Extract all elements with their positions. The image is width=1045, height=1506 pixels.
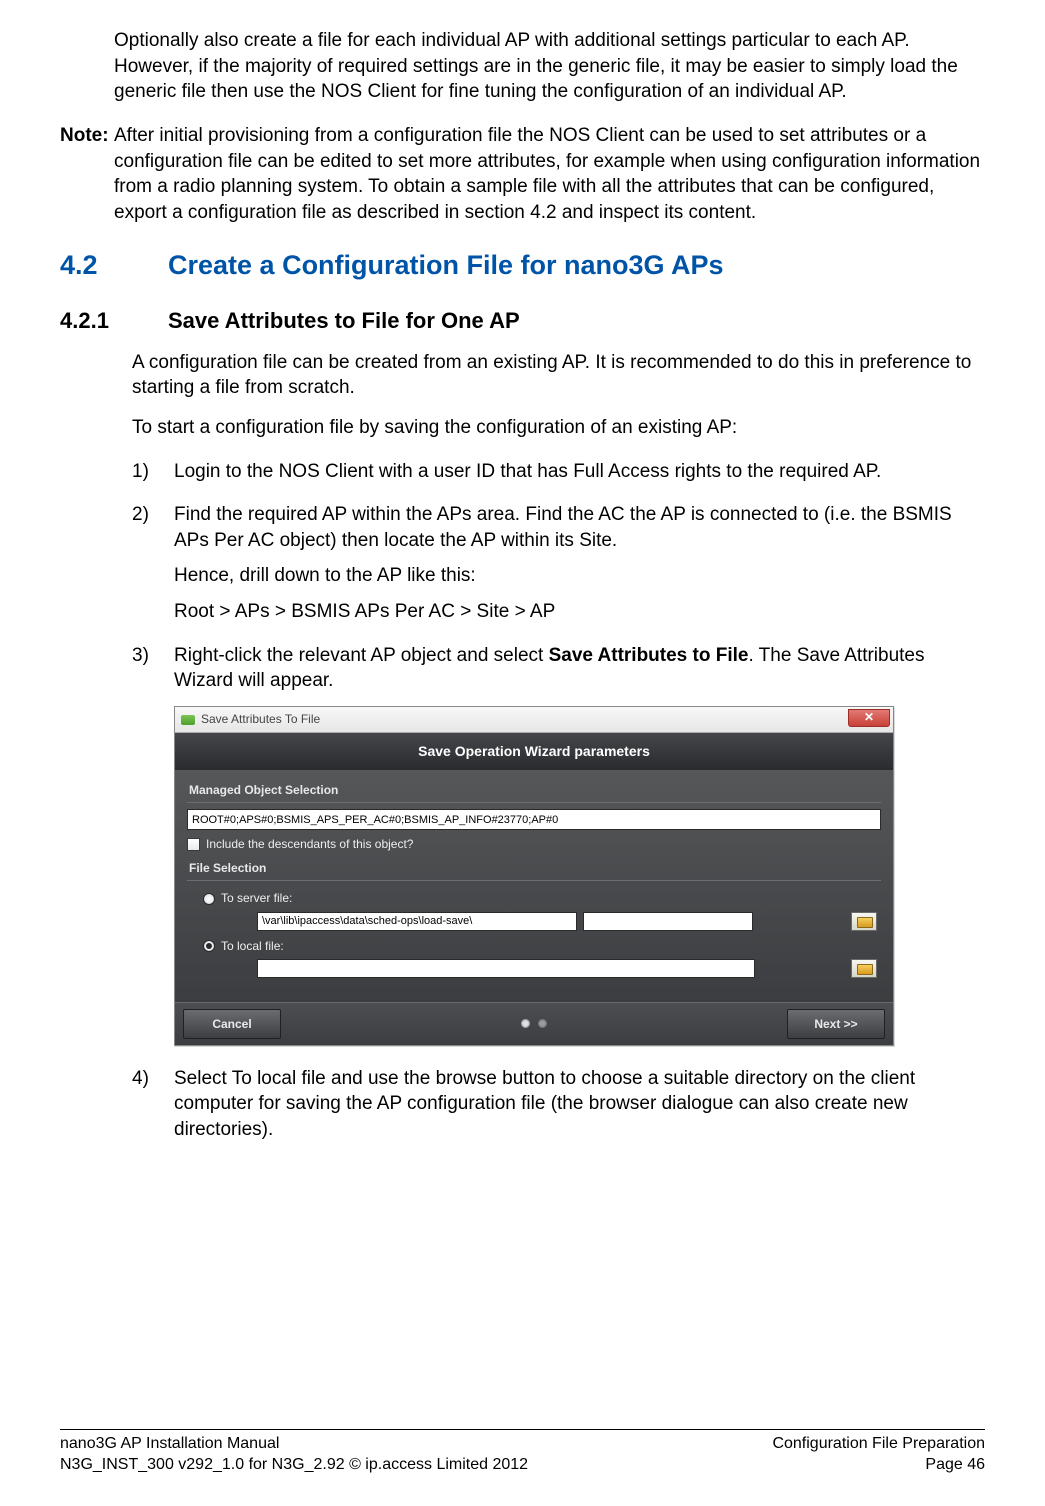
local-path-row	[187, 957, 881, 982]
to-server-row: To server file:	[187, 887, 881, 909]
titlebar-left: Save Attributes To File	[181, 711, 320, 727]
file-selection-label: File Selection	[189, 860, 879, 876]
local-path-input[interactable]	[257, 959, 755, 978]
close-button[interactable]: ✕	[848, 709, 890, 727]
server-path-input-1[interactable]	[257, 912, 577, 931]
step-1: 1) Login to the NOS Client with a user I…	[132, 459, 985, 485]
wizard-title: Save Attributes To File	[201, 711, 320, 727]
include-descendants-row: Include the descendants of this object?	[187, 836, 881, 852]
footer-right-2: Page 46	[925, 1455, 985, 1476]
note-block: Note: After initial provisioning from a …	[60, 123, 985, 226]
save-attributes-wizard: Save Attributes To File ✕ Save Operation…	[174, 706, 894, 1046]
step-3-bold: Save Attributes to File	[549, 645, 749, 666]
step-number: 4)	[132, 1066, 174, 1143]
next-button[interactable]: Next >>	[787, 1009, 885, 1039]
step-text: Find the required AP within the APs area…	[174, 502, 985, 553]
footer-left-1: nano3G AP Installation Manual	[60, 1434, 279, 1455]
page-dots	[521, 1019, 547, 1028]
to-local-row: To local file:	[187, 935, 881, 957]
managed-object-selection-label: Managed Object Selection	[189, 782, 879, 798]
browse-server-button[interactable]	[851, 912, 877, 931]
close-icon: ✕	[864, 709, 874, 725]
step-3-pre: Right-click the relevant AP object and s…	[174, 645, 549, 666]
server-path-input-2[interactable]	[583, 912, 753, 931]
heading-text: Create a Configuration File for nano3G A…	[168, 247, 724, 283]
body-paragraph-1: A configuration file can be created from…	[132, 350, 985, 401]
step-text: Login to the NOS Client with a user ID t…	[174, 459, 985, 485]
dot-1	[521, 1019, 530, 1028]
next-label: Next >>	[814, 1016, 857, 1032]
step-number: 3)	[132, 643, 174, 694]
step-number: 2)	[132, 502, 174, 553]
body-paragraph-2: To start a configuration file by saving …	[132, 415, 985, 441]
heading-4-2-1: 4.2.1 Save Attributes to File for One AP	[60, 306, 985, 336]
managed-object-group: Include the descendants of this object?	[187, 802, 881, 852]
cancel-button[interactable]: Cancel	[183, 1009, 281, 1039]
managed-object-input[interactable]	[187, 809, 881, 830]
wizard-band-title: Save Operation Wizard parameters	[175, 733, 893, 770]
step-2-sub2: Root > APs > BSMIS APs Per AC > Site > A…	[174, 599, 985, 625]
step-text: Select To local file and use the browse …	[174, 1066, 985, 1143]
heading-text: Save Attributes to File for One AP	[168, 306, 520, 336]
page-footer: nano3G AP Installation Manual Configurat…	[60, 1429, 985, 1476]
step-text: Right-click the relevant AP object and s…	[174, 643, 985, 694]
window-icon	[181, 715, 195, 725]
include-descendants-label: Include the descendants of this object?	[206, 836, 413, 852]
to-server-label: To server file:	[221, 890, 292, 906]
step-2: 2) Find the required AP within the APs a…	[132, 502, 985, 553]
wizard-titlebar: Save Attributes To File ✕	[175, 707, 893, 733]
footer-left-2: N3G_INST_300 v292_1.0 for N3G_2.92 © ip.…	[60, 1455, 528, 1476]
server-path-row	[187, 910, 881, 935]
intro-paragraph: Optionally also create a file for each i…	[114, 28, 985, 105]
note-label: Note:	[60, 123, 114, 226]
step-4: 4) Select To local file and use the brow…	[132, 1066, 985, 1143]
step-3: 3) Right-click the relevant AP object an…	[132, 643, 985, 694]
browse-local-button[interactable]	[851, 959, 877, 978]
page-content: Optionally also create a file for each i…	[60, 28, 985, 1143]
heading-number: 4.2.1	[60, 306, 168, 336]
heading-number: 4.2	[60, 247, 168, 283]
to-server-radio[interactable]	[203, 893, 215, 905]
cancel-label: Cancel	[212, 1016, 251, 1032]
wizard-body: Managed Object Selection Include the des…	[175, 770, 893, 1002]
heading-4-2: 4.2 Create a Configuration File for nano…	[60, 247, 985, 283]
step-2-sub1: Hence, drill down to the AP like this:	[174, 563, 985, 589]
to-local-radio[interactable]	[203, 940, 215, 952]
dot-2	[538, 1019, 547, 1028]
file-selection-group: To server file: To local file:	[187, 880, 881, 981]
to-local-label: To local file:	[221, 938, 284, 954]
note-text: After initial provisioning from a config…	[114, 123, 985, 226]
step-number: 1)	[132, 459, 174, 485]
wizard-buttonbar: Cancel Next >>	[175, 1002, 893, 1045]
include-descendants-checkbox[interactable]	[187, 838, 200, 851]
footer-right-1: Configuration File Preparation	[772, 1434, 985, 1455]
